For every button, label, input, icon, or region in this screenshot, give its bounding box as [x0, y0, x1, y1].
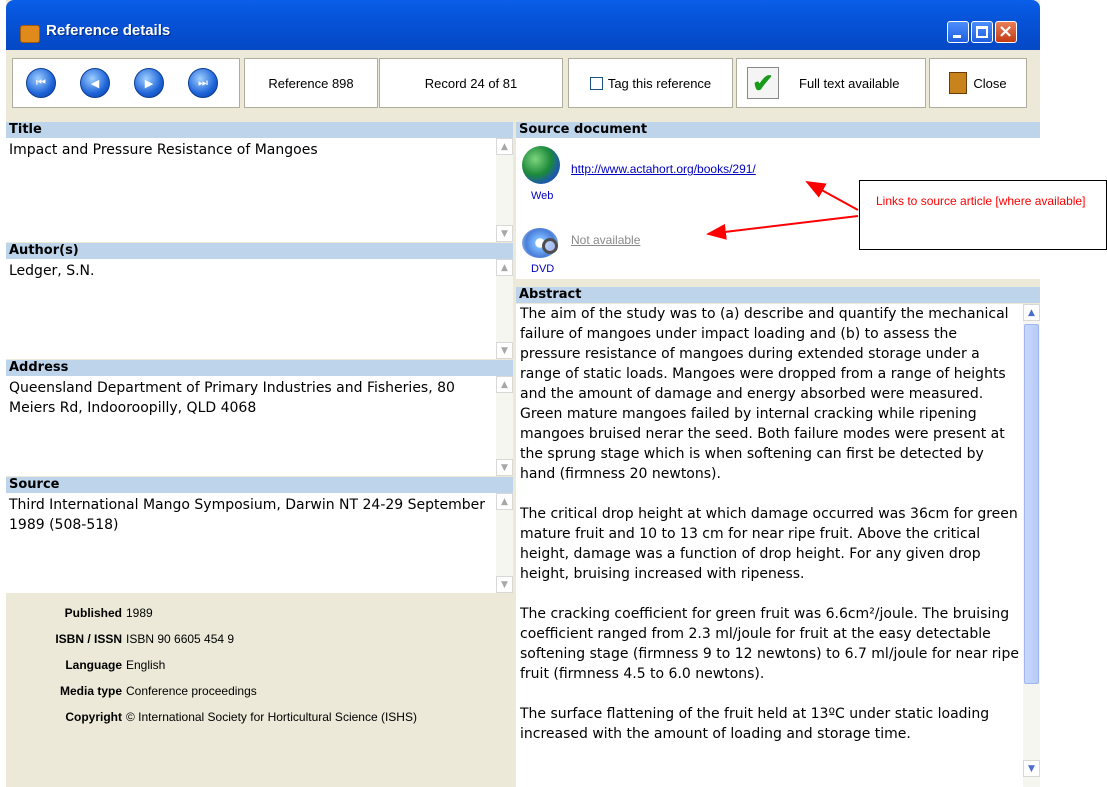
- scroll-up-icon[interactable]: ▲: [496, 259, 513, 276]
- isbn-value: ISBN 90 6605 454 9: [126, 632, 235, 646]
- reference-details-window: Reference details × ⏮ ◀ ▶ ⏭ Reference 89…: [6, 0, 1040, 787]
- author-scrollbar[interactable]: ▲ ▼: [496, 259, 513, 359]
- abstract-paragraph: The aim of the study was to (a) describe…: [520, 306, 1009, 482]
- scroll-up-icon[interactable]: ▲: [1023, 304, 1040, 321]
- maximize-icon: [976, 26, 988, 38]
- abstract-header: Abstract: [516, 287, 1040, 303]
- language-value: English: [126, 658, 166, 672]
- media-type-label: Media type: [59, 684, 122, 698]
- close-button[interactable]: Close: [929, 58, 1027, 108]
- author-field[interactable]: Ledger, S.N.: [6, 259, 496, 359]
- scroll-up-icon[interactable]: ▲: [496, 376, 513, 393]
- scroll-down-icon[interactable]: ▼: [1023, 760, 1040, 777]
- source-field[interactable]: Third International Mango Symposium, Dar…: [6, 493, 496, 593]
- abstract-paragraph: The cracking coefficient for green fruit…: [520, 606, 1019, 682]
- scroll-up-icon[interactable]: ▲: [496, 493, 513, 510]
- title-bar[interactable]: Reference details ×: [6, 0, 1040, 50]
- first-icon: ⏮: [36, 76, 46, 89]
- metadata-panel: Published 1989 ISBN / ISSN ISBN 90 6605 45…: [6, 593, 513, 787]
- language-row: Language English: [6, 658, 165, 672]
- published-value: 1989: [126, 606, 153, 620]
- scroll-down-icon[interactable]: ▼: [496, 342, 513, 359]
- minimize-button[interactable]: [947, 21, 969, 43]
- dvd-label: DVD: [531, 263, 555, 275]
- media-type-value: Conference proceedings: [126, 684, 257, 698]
- callout-text: Links to source article [where available…: [876, 194, 1086, 208]
- copyright-row: Copyright © International Society for Hor…: [6, 710, 417, 724]
- navigation-group: ⏮ ◀ ▶ ⏭: [12, 58, 240, 108]
- magnifier-icon: [542, 238, 558, 254]
- scroll-up-icon[interactable]: ▲: [496, 138, 513, 155]
- abstract-text[interactable]: The aim of the study was to (a) describe…: [516, 304, 1023, 787]
- address-field[interactable]: Queensland Department of Primary Industr…: [6, 376, 496, 476]
- record-position: Record 24 of 81: [379, 58, 563, 108]
- scroll-down-icon[interactable]: ▼: [496, 576, 513, 593]
- isbn-row: ISBN / ISSN ISBN 90 6605 454 9: [6, 632, 234, 646]
- copyright-label: Copyright: [65, 710, 122, 724]
- close-icon: ×: [998, 21, 1014, 42]
- next-record-button[interactable]: ▶: [134, 68, 164, 98]
- isbn-label: ISBN / ISSN: [55, 632, 122, 646]
- dvd-link[interactable]: Not available: [571, 233, 640, 247]
- globe-icon[interactable]: [522, 146, 560, 184]
- door-icon: [949, 72, 968, 94]
- toolbar: ⏮ ◀ ▶ ⏭ Reference 898 Record 24 of 81 Ta…: [6, 54, 1040, 114]
- full-text-indicator: ✔ Full text available: [736, 58, 926, 108]
- published-label: Published: [64, 606, 122, 620]
- window-title: Reference details: [46, 22, 171, 39]
- media-type-row: Media type Conference proceedings: [6, 684, 257, 698]
- scroll-down-icon[interactable]: ▼: [496, 459, 513, 476]
- copyright-value: © International Society for Horticultura…: [126, 710, 417, 724]
- title-scrollbar[interactable]: ▲ ▼: [496, 138, 513, 242]
- close-label: Close: [973, 75, 1007, 91]
- address-header: Address: [6, 360, 513, 376]
- title-field[interactable]: Impact and Pressure Resistance of Mangoe…: [6, 138, 496, 242]
- minimize-icon: [953, 35, 961, 38]
- language-label: Language: [65, 658, 122, 672]
- source-scrollbar[interactable]: ▲ ▼: [496, 493, 513, 593]
- source-document-header: Source document: [516, 122, 1040, 138]
- previous-record-button[interactable]: ◀: [80, 68, 110, 98]
- title-header: Title: [6, 122, 513, 138]
- checkmark-icon: ✔: [747, 67, 779, 99]
- scroll-down-icon[interactable]: ▼: [496, 225, 513, 242]
- scroll-thumb[interactable]: [1024, 324, 1039, 684]
- source-header: Source: [6, 477, 513, 493]
- last-record-button[interactable]: ⏭: [188, 68, 218, 98]
- tag-label: Tag this reference: [607, 75, 712, 91]
- close-window-button[interactable]: ×: [995, 21, 1017, 43]
- abstract-scrollbar[interactable]: ▲ ▼: [1023, 304, 1040, 787]
- checkbox[interactable]: [589, 76, 603, 90]
- next-icon: ▶: [144, 77, 154, 90]
- abstract-paragraph: The critical drop height at which damage…: [520, 506, 1018, 582]
- first-record-button[interactable]: ⏮: [26, 68, 56, 98]
- app-book-icon: [20, 25, 40, 43]
- last-icon: ⏭: [198, 76, 208, 89]
- maximize-button[interactable]: [971, 21, 993, 43]
- web-link[interactable]: http://www.actahort.org/books/291/: [571, 162, 756, 176]
- tag-reference-checkbox[interactable]: Tag this reference: [568, 58, 733, 108]
- callout-box: [859, 180, 1107, 250]
- abstract-paragraph: The surface flattening of the fruit held…: [520, 706, 990, 742]
- published-row: Published 1989: [6, 606, 153, 620]
- reference-number: Reference 898: [244, 58, 378, 108]
- address-scrollbar[interactable]: ▲ ▼: [496, 376, 513, 476]
- author-header: Author(s): [6, 243, 513, 259]
- web-label: Web: [531, 190, 554, 202]
- fulltext-label: Full text available: [799, 75, 900, 91]
- previous-icon: ◀: [90, 77, 100, 90]
